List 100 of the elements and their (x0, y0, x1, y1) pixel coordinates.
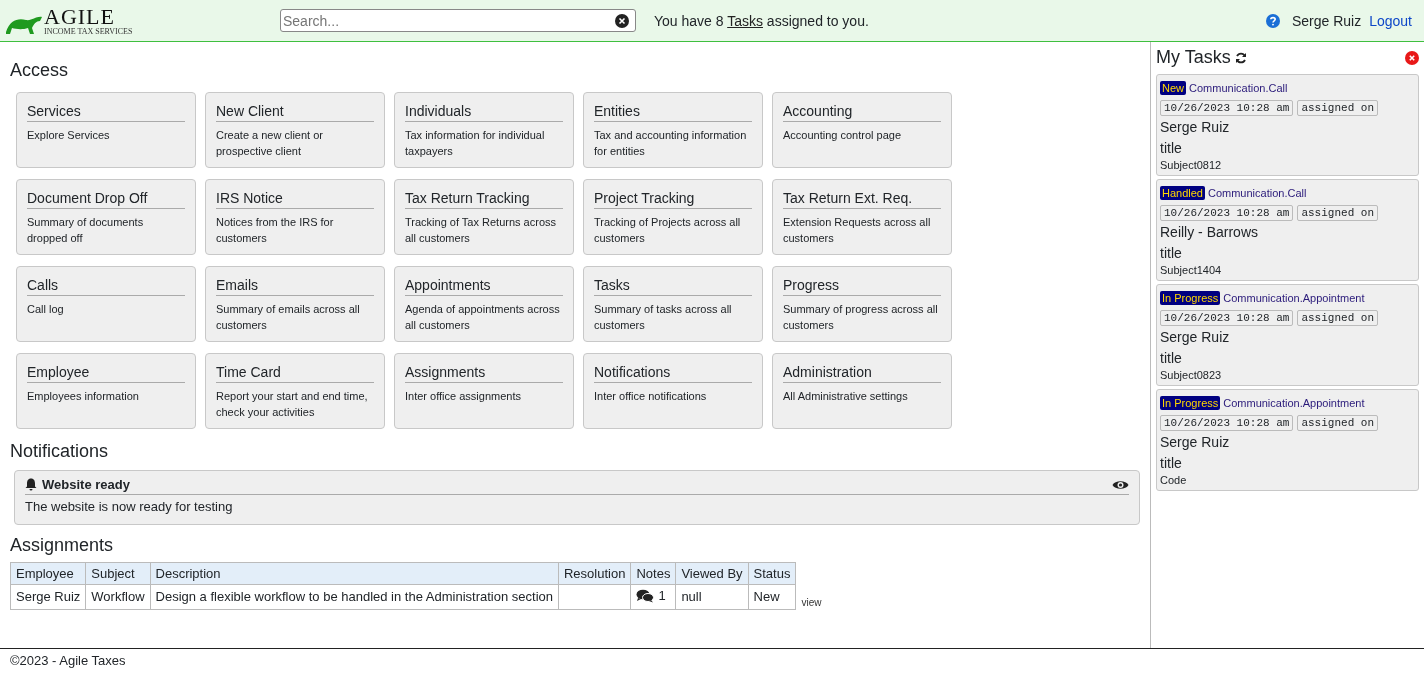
card-description: Summary of documents dropped off (27, 215, 145, 246)
task-title: title (1160, 245, 1183, 261)
access-card[interactable]: Entities Tax and accounting information for entities (583, 92, 763, 168)
notes-count: 1 (658, 588, 666, 603)
task-person: Reilly - Barrows (1160, 224, 1259, 240)
tasks-message: You have 8 Tasks assigned to you. (654, 12, 869, 29)
card-title: Time Card (216, 364, 374, 383)
access-card[interactable]: Individuals Tax information for individual taxpayers (394, 92, 574, 168)
card-description: Accounting control page (783, 128, 903, 143)
status-badge: Handled (1160, 186, 1205, 200)
task-card[interactable]: In Progress Communication.Appointment 10/26/2023 10:28 am assigned on Serge Ruiz title Code (1156, 389, 1419, 491)
card-description: Summary of emails across all customers (216, 302, 361, 333)
access-card[interactable]: Tax Return Tracking Tracking of Tax Returns across all customers (394, 179, 574, 255)
help-icon[interactable] (1265, 13, 1280, 28)
section-heading: Assignments (10, 535, 115, 556)
logout-link[interactable]: Logout (1369, 12, 1412, 29)
task-type: Communication.Call (1189, 82, 1288, 94)
access-card[interactable]: Project Tracking Tracking of Projects across all customers (583, 179, 763, 255)
task-person: Serge Ruiz (1160, 329, 1231, 345)
card-title: Administration (783, 364, 941, 383)
task-card[interactable]: New Communication.Call 10/26/2023 10:28 am assigned on Serge Ruiz title Subject0812 (1156, 74, 1419, 176)
date-caption: assigned on (1297, 205, 1379, 221)
card-title: Document Drop Off (27, 190, 185, 209)
column-header: Status (748, 562, 796, 585)
card-title: Progress (783, 277, 941, 296)
card-title: Notifications (594, 364, 752, 383)
tasks-link[interactable]: Tasks (727, 12, 763, 29)
eye-icon[interactable] (1112, 478, 1129, 491)
column-header: Notes (630, 562, 676, 585)
card-description: Report your start and end time, check your activities (216, 389, 369, 420)
task-type: Communication.Appointment (1223, 292, 1365, 304)
card-description: Explore Services (27, 128, 111, 143)
card-description: Agenda of appointments across all customers (405, 302, 561, 333)
column-header: Description (150, 562, 559, 585)
search-field[interactable]: Search... (280, 9, 636, 32)
task-subject: Subject0812 (1160, 159, 1223, 171)
access-card[interactable]: Notifications Inter office notifications (583, 353, 763, 429)
card-title: Services (27, 103, 185, 122)
task-type: Communication.Appointment (1223, 397, 1365, 409)
table-cell: Workflow (85, 584, 151, 609)
access-card[interactable]: Employee Employees information (16, 353, 196, 429)
card-description: Notices from the IRS for customers (216, 215, 335, 246)
card-title: New Client (216, 103, 374, 122)
date-label: 10/26/2023 10:28 am (1160, 100, 1294, 116)
card-description: Summary of tasks across all customers (594, 302, 733, 333)
card-description: Tax information for individual taxpayers (405, 128, 546, 159)
card-title: Calls (27, 277, 185, 296)
access-card[interactable]: Tax Return Ext. Req. Extension Requests across all customers (772, 179, 952, 255)
access-card[interactable]: Calls Call log (16, 266, 196, 342)
date-label: 10/26/2023 10:28 am (1160, 205, 1294, 221)
card-description: Tracking of Tax Returns across all customers (405, 215, 557, 246)
task-title: title (1160, 140, 1183, 156)
access-card[interactable]: New Client Create a new client or prospective client (205, 92, 385, 168)
refresh-icon[interactable] (1234, 51, 1247, 64)
card-description: Inter office notifications (594, 389, 708, 404)
card-title: Employee (27, 364, 185, 383)
access-card[interactable]: Progress Summary of progress across all customers (772, 266, 952, 342)
table-cell: Design a flexible workflow to be handled in the Administration section (150, 584, 559, 609)
column-header: Subject (85, 562, 151, 585)
access-card[interactable]: Appointments Agenda of appointments across all customers (394, 266, 574, 342)
task-type: Communication.Call (1208, 187, 1307, 199)
access-card[interactable]: Accounting Accounting control page (772, 92, 952, 168)
task-person: Serge Ruiz (1160, 434, 1231, 450)
clear-icon[interactable] (615, 14, 629, 28)
task-title: title (1160, 455, 1183, 471)
task-card[interactable]: Handled Communication.Call 10/26/2023 10:28 am assigned on Reilly - Barrows title Subject1404 (1156, 179, 1419, 281)
card-title: Tax Return Ext. Req. (783, 190, 941, 209)
access-card[interactable]: Document Drop Off Summary of documents dropped off (16, 179, 196, 255)
card-title: Accounting (783, 103, 941, 122)
card-title: Assignments (405, 364, 563, 383)
access-card[interactable]: Emails Summary of emails across all customers (205, 266, 385, 342)
task-subject: Subject0823 (1160, 369, 1223, 381)
task-title: title (1160, 350, 1183, 366)
close-icon[interactable] (1405, 50, 1419, 65)
card-description: Summary of progress across all customers (783, 302, 939, 333)
access-card[interactable]: IRS Notice Notices from the IRS for customers (205, 179, 385, 255)
view-link[interactable]: view (801, 596, 822, 608)
access-card[interactable]: Tasks Summary of tasks across all customers (583, 266, 763, 342)
logo-tagline: INCOME TAX SERVICES (44, 27, 133, 36)
user-name: Serge Ruiz (1291, 12, 1362, 29)
task-subject: Subject1404 (1160, 264, 1223, 276)
date-caption: assigned on (1297, 415, 1379, 431)
notification-text: The website is now ready for testing (25, 499, 234, 514)
bell-icon (25, 478, 37, 491)
logo-text: AGILE (44, 5, 115, 28)
task-card[interactable]: In Progress Communication.Appointment 10/26/2023 10:28 am assigned on Serge Ruiz title Subject0823 (1156, 284, 1419, 386)
access-card[interactable]: Services Explore Services (16, 92, 196, 168)
table-cell: New (748, 584, 796, 609)
access-card[interactable]: Administration All Administrative settings (772, 353, 952, 429)
column-header: Resolution (558, 562, 631, 585)
column-header: Employee (10, 562, 86, 585)
access-card[interactable]: Assignments Inter office assignments (394, 353, 574, 429)
access-card[interactable]: Time Card Report your start and end time, check your activities (205, 353, 385, 429)
card-title: Individuals (405, 103, 563, 122)
panel-title: My Tasks (1156, 47, 1231, 68)
task-subject: Code (1160, 474, 1188, 486)
status-badge: New (1160, 81, 1186, 95)
section-heading: Notifications (10, 441, 110, 462)
card-title: Project Tracking (594, 190, 752, 209)
card-description: Create a new client or prospective client (216, 128, 324, 159)
